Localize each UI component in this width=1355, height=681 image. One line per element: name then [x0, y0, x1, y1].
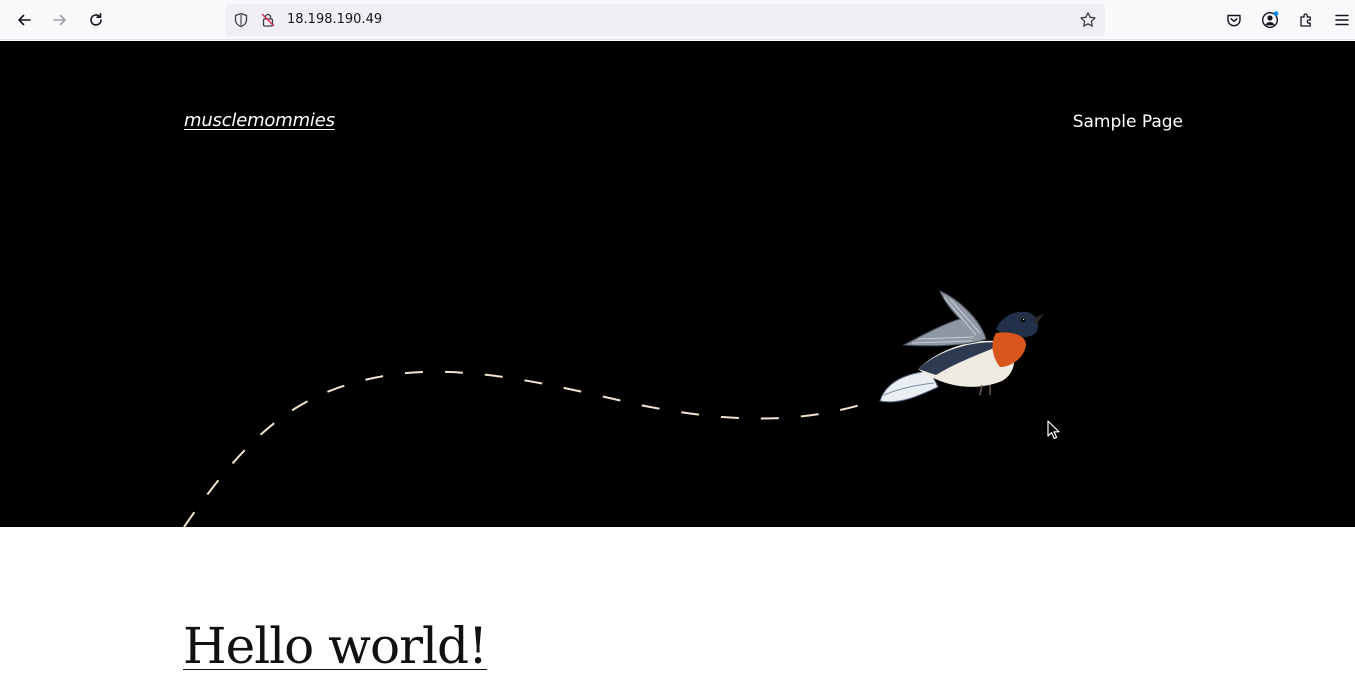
- bird-icon: [879, 290, 1044, 403]
- forward-arrow-icon: [53, 14, 66, 26]
- back-button[interactable]: [10, 6, 38, 34]
- pocket-icon: [1227, 14, 1241, 27]
- post-title-link[interactable]: Hello world!: [183, 612, 488, 680]
- site-header-hero: musclemommies Sample Page: [0, 41, 1355, 527]
- account-icon: [1261, 11, 1279, 29]
- star-icon[interactable]: [1079, 11, 1097, 29]
- pocket-button[interactable]: [1220, 6, 1248, 34]
- back-arrow-icon: [18, 14, 31, 26]
- url-text[interactable]: 18.198.190.49: [287, 11, 382, 29]
- site-title-link[interactable]: musclemommies: [184, 110, 335, 131]
- browser-toolbar: 18.198.190.49: [0, 0, 1355, 40]
- nav-link-sample-page[interactable]: Sample Page: [1073, 112, 1183, 132]
- reload-icon: [90, 13, 102, 26]
- address-bar[interactable]: 18.198.190.49: [225, 4, 1105, 36]
- reload-button[interactable]: [82, 6, 110, 34]
- shield-icon[interactable]: [232, 11, 250, 29]
- hamburger-menu-icon: [1335, 14, 1349, 26]
- mouse-cursor-icon: [1047, 420, 1060, 439]
- lock-slash-icon[interactable]: [259, 11, 277, 29]
- flight-path: [183, 370, 861, 527]
- menu-button[interactable]: [1328, 6, 1355, 34]
- forward-button[interactable]: [46, 6, 74, 34]
- account-button[interactable]: [1256, 6, 1284, 34]
- puzzle-icon: [1300, 13, 1311, 27]
- extensions-button[interactable]: [1292, 6, 1320, 34]
